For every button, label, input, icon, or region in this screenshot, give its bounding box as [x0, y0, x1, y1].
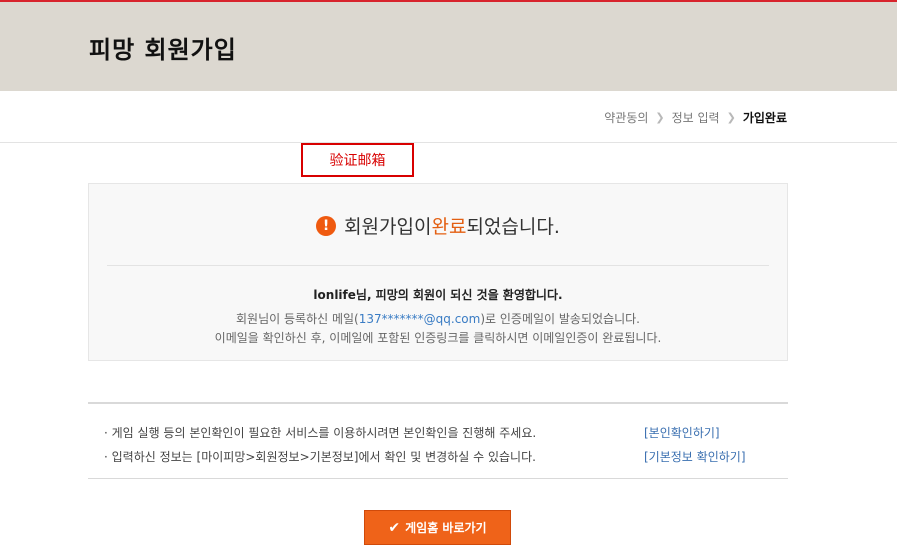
- step-complete: 가입완료: [742, 111, 787, 125]
- step-indicator: 약관동의 ❯ 정보 입력 ❯ 가입완료: [604, 109, 787, 126]
- email-sent-message: 회원님이 등록하신 메일(137*******@qq.com)로 인증메일이 발…: [89, 310, 787, 327]
- title-highlight: 완료: [431, 216, 467, 238]
- info-row-identity: · 게임 실행 등의 본인확인이 필요한 서비스를 이용하시려면 본인확인을 진…: [104, 424, 764, 440]
- step-terms: 약관동의: [604, 111, 649, 125]
- button-label: 게임홈 바로가기: [405, 521, 487, 535]
- message1-before: 회원님이 등록하신 메일(: [236, 312, 359, 326]
- chevron-right-icon: ❯: [726, 111, 736, 124]
- message1-after: )로 인증메일이 발송되었습니다.: [480, 312, 640, 326]
- go-to-game-home-button[interactable]: ✔ 게임홈 바로가기: [364, 510, 511, 545]
- basic-info-link[interactable]: [기본정보 확인하기]: [644, 448, 746, 465]
- info-notice: · 게임 실행 등의 본인확인이 필요한 서비스를 이용하시려면 본인확인을 진…: [88, 402, 788, 479]
- completion-title: ! 회원가입이 완료 되었습니다.: [89, 212, 787, 239]
- panel-divider: [107, 265, 769, 266]
- identity-verify-link[interactable]: [본인확인하기]: [644, 424, 720, 441]
- step-bar: 약관동의 ❯ 정보 입력 ❯ 가입완료: [0, 91, 897, 143]
- page-title: 피망 회원가입: [89, 36, 237, 64]
- info-row-text: · 입력하신 정보는 [마이피망>회원정보>기본정보]에서 확인 및 변경하실 …: [104, 450, 536, 464]
- title-before: 회원가입이: [344, 216, 432, 238]
- exclamation-icon: !: [316, 215, 337, 236]
- page-header: 피망 회원가입: [0, 2, 897, 91]
- email-address: 137*******@qq.com: [358, 312, 481, 326]
- completion-panel: ! 회원가입이 완료 되었습니다. lonlife님, 피망의 회원이 되신 것…: [88, 183, 788, 361]
- check-icon: ✔: [388, 519, 401, 536]
- info-row-basic-info: · 입력하신 정보는 [마이피망>회원정보>기본정보]에서 확인 및 변경하실 …: [104, 448, 764, 464]
- verify-email-annotation: 验证邮箱: [301, 143, 414, 177]
- info-row-text: · 게임 실행 등의 본인확인이 필요한 서비스를 이용하시려면 본인확인을 진…: [104, 426, 537, 440]
- step-info-input: 정보 입력: [671, 111, 720, 125]
- chevron-right-icon: ❯: [655, 111, 665, 124]
- verification-instruction: 이메일을 확인하신 후, 이메일에 포함된 인증링크를 클릭하시면 이메일인증이…: [214, 331, 662, 345]
- title-after: 되었습니다.: [466, 216, 560, 238]
- welcome-message: lonlife님, 피망의 회원이 되신 것을 환영합니다.: [313, 288, 563, 302]
